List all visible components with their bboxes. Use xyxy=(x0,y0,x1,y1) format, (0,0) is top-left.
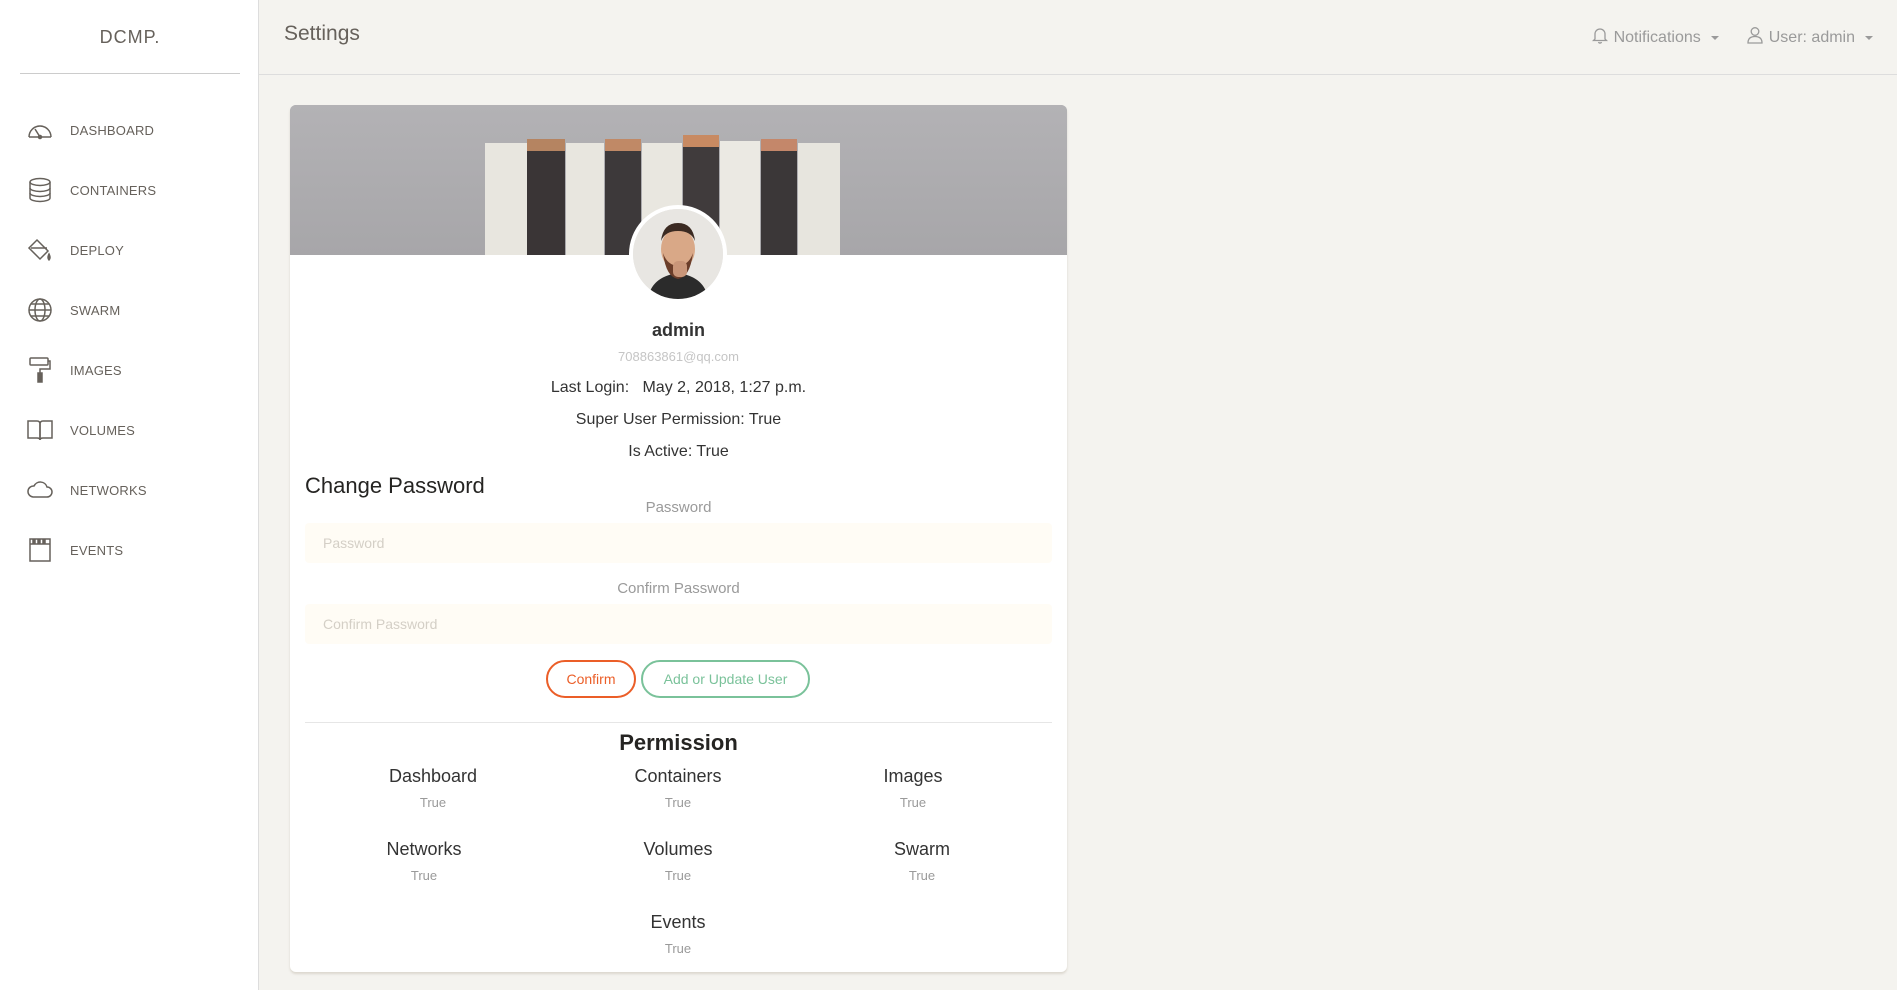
permission-name: Events xyxy=(650,912,706,932)
notifications-dropdown[interactable]: Notifications xyxy=(1591,26,1719,49)
dashboard-gauge-icon xyxy=(26,116,54,144)
add-update-user-button[interactable]: Add or Update User xyxy=(641,660,810,698)
permission-name: Dashboard xyxy=(388,766,478,786)
sidebar-item-swarm[interactable]: SWARM xyxy=(0,280,259,340)
permission-item-images: Images True xyxy=(833,766,993,810)
sidebar-item-label: NETWORKS xyxy=(70,482,147,498)
permission-name: Networks xyxy=(386,839,462,859)
globe-icon xyxy=(26,296,54,324)
permission-item-volumes: Volumes True xyxy=(598,839,758,883)
change-password-heading: Change Password xyxy=(305,473,485,498)
permission-title: Permission xyxy=(619,730,738,755)
permission-value: True xyxy=(664,795,692,810)
user-profile-card: admin 708863861@qq.com Last Login: May 2… xyxy=(290,105,1067,972)
sidebar-item-volumes[interactable]: VOLUMES xyxy=(0,400,259,460)
permission-item-containers: Containers True xyxy=(598,766,758,810)
sidebar: DCMP. DASHBOARD CONTAINERS DEPLOY SWARM xyxy=(0,0,259,990)
caret-down-icon xyxy=(1865,35,1873,40)
user-label: User: admin xyxy=(1768,28,1855,46)
database-icon xyxy=(26,176,54,204)
divider xyxy=(305,722,1052,723)
profile-username: admin xyxy=(651,320,705,340)
permission-value: True xyxy=(899,795,927,810)
permission-value: True xyxy=(419,795,447,810)
last-login-text: Last Login: May 2, 2018, 1:27 p.m. xyxy=(550,379,807,396)
permission-value: True xyxy=(664,868,692,883)
notifications-label: Notifications xyxy=(1613,28,1701,46)
permission-name: Volumes xyxy=(643,839,713,859)
avatar[interactable] xyxy=(629,205,727,303)
permission-item-swarm: Swarm True xyxy=(842,839,1002,883)
sidebar-item-networks[interactable]: NETWORKS xyxy=(0,460,259,520)
user-dropdown[interactable]: User: admin xyxy=(1747,26,1873,49)
sidebar-item-events[interactable]: EVENTS xyxy=(0,520,259,580)
permission-name: Images xyxy=(883,766,943,786)
sidebar-item-label: EVENTS xyxy=(70,542,124,558)
sidebar-item-deploy[interactable]: DEPLOY xyxy=(0,220,259,280)
page-title: Settings xyxy=(284,22,360,45)
sidebar-item-label: IMAGES xyxy=(70,362,122,378)
sidebar-nav: DASHBOARD CONTAINERS DEPLOY SWARM IMAGES xyxy=(0,100,259,580)
sidebar-item-label: DASHBOARD xyxy=(70,122,155,138)
password-input[interactable] xyxy=(305,523,1052,563)
sidebar-item-label: SWARM xyxy=(70,302,121,318)
permission-name: Swarm xyxy=(893,839,950,859)
permission-item-events: Events True xyxy=(598,912,758,956)
avatar-portrait xyxy=(633,209,723,299)
permission-value: True xyxy=(410,868,438,883)
password-label: Password xyxy=(645,499,712,516)
sidebar-item-label: CONTAINERS xyxy=(70,182,157,198)
confirm-password-input[interactable] xyxy=(305,604,1052,644)
sidebar-item-dashboard[interactable]: DASHBOARD xyxy=(0,100,259,160)
top-menu: Notifications User: admin xyxy=(1591,26,1873,49)
permission-value: True xyxy=(908,868,936,883)
user-icon xyxy=(1747,26,1763,49)
sidebar-item-images[interactable]: IMAGES xyxy=(0,340,259,400)
sidebar-item-containers[interactable]: CONTAINERS xyxy=(0,160,259,220)
sidebar-item-label: DEPLOY xyxy=(70,242,124,258)
profile-email: 708863861@qq.com xyxy=(618,349,739,364)
paint-bucket-icon xyxy=(26,236,54,264)
permission-name: Containers xyxy=(634,766,722,786)
bell-icon xyxy=(1591,26,1608,49)
book-icon xyxy=(26,416,54,444)
cloud-icon xyxy=(26,476,54,504)
sidebar-item-label: VOLUMES xyxy=(70,422,135,438)
permission-item-dashboard: Dashboard True xyxy=(353,766,513,810)
permission-item-networks: Networks True xyxy=(344,839,504,883)
super-user-text: Super User Permission: True xyxy=(575,411,782,428)
top-navbar: Settings Notifications User: admin xyxy=(259,0,1897,75)
brand-logo[interactable]: DCMP. xyxy=(20,22,240,74)
film-icon xyxy=(26,536,54,564)
permission-value: True xyxy=(664,941,692,956)
confirm-button[interactable]: Confirm xyxy=(546,660,636,698)
is-active-text: Is Active: True xyxy=(628,443,729,460)
caret-down-icon xyxy=(1710,35,1719,40)
confirm-password-label: Confirm Password xyxy=(617,580,740,597)
paint-roller-icon xyxy=(26,356,54,384)
